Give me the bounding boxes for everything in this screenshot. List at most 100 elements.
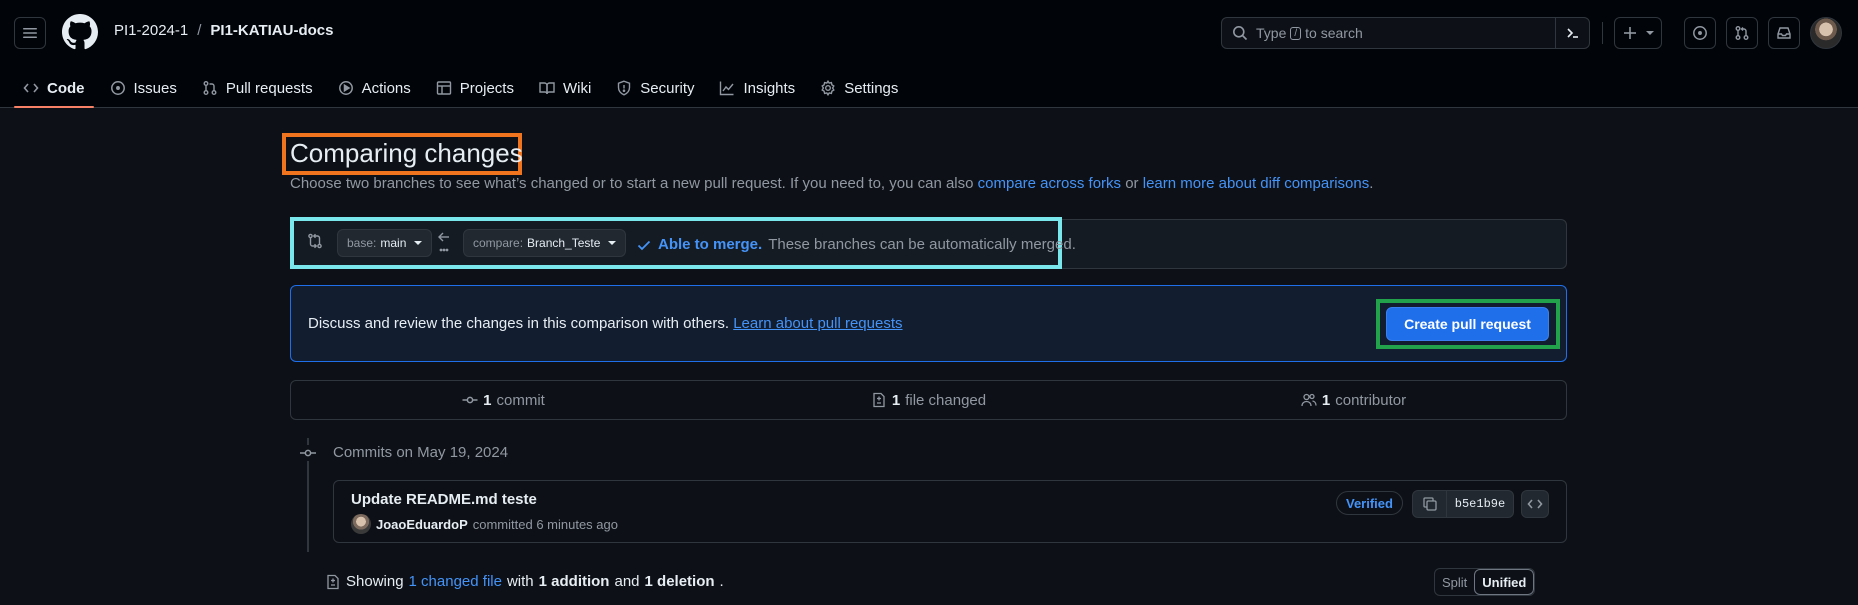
and-text: and (614, 573, 640, 590)
subtitle-or: or (1125, 175, 1139, 192)
contributors-label: contributor (1335, 391, 1407, 409)
triangle-down-icon (608, 241, 617, 245)
repo-owner-link[interactable]: PI1-2024-1 (114, 22, 188, 39)
subtitle-text: Choose two branches to see what’s change… (290, 175, 974, 192)
merge-status: Able to merge. These branches can be aut… (636, 236, 1076, 253)
check-icon (636, 237, 652, 253)
inbox-button[interactable] (1768, 17, 1800, 49)
create-pull-request-button[interactable]: Create pull request (1386, 307, 1549, 341)
pull-requests-shortcut-button[interactable] (1726, 17, 1758, 49)
tab-wiki[interactable]: Wiki (530, 68, 600, 108)
header-divider (1602, 22, 1603, 44)
changed-files-link[interactable]: 1 changed file (409, 573, 502, 590)
tab-pull-requests[interactable]: Pull requests (193, 68, 322, 108)
git-pull-request-icon (1734, 25, 1750, 41)
base-label: base: (347, 236, 377, 250)
tab-label: Insights (743, 79, 796, 97)
additions-count: 1 addition (538, 573, 610, 590)
commit-author-link[interactable]: JoaoEduardoP (376, 517, 468, 532)
file-diff-icon (871, 392, 887, 408)
tab-security[interactable]: Security (607, 68, 703, 108)
commit-message-link[interactable]: Update README.md teste (351, 491, 537, 508)
inbox-icon (1776, 25, 1792, 41)
commit-meta: JoaoEduardoP committed 6 minutes ago (351, 514, 618, 534)
tab-label: Code (47, 79, 85, 97)
triangle-down-icon (414, 241, 423, 245)
arrow-left-icon (437, 231, 451, 253)
issues-shortcut-button[interactable] (1684, 17, 1716, 49)
split-view-button[interactable]: Split (1435, 569, 1474, 595)
tab-projects[interactable]: Projects (427, 68, 523, 108)
learn-pull-requests-link[interactable]: Learn about pull requests (733, 315, 902, 332)
code-icon (23, 80, 39, 96)
commits-count: 1 (483, 391, 492, 409)
repo-name-link[interactable]: PI1-KATIAU-docs (210, 22, 333, 39)
unified-view-button[interactable]: Unified (1474, 569, 1535, 595)
banner-text: Discuss and review the changes in this c… (308, 315, 730, 332)
search-placeholder-start: Type (1256, 25, 1287, 41)
tab-label: Issues (133, 79, 177, 97)
search-placeholder-end: to search (1305, 25, 1363, 41)
play-icon (338, 80, 354, 96)
tab-actions[interactable]: Actions (329, 68, 420, 108)
base-branch-select[interactable]: base: main (337, 229, 433, 257)
tab-issues[interactable]: Issues (101, 68, 186, 108)
pr-banner-text: Discuss and review the changes in this c… (308, 315, 903, 332)
global-header: PI1-2024-1 / PI1-KATIAU-docs Type / to s… (0, 0, 1858, 108)
tab-insights[interactable]: Insights (710, 68, 804, 108)
compare-branch-value: Branch_Teste (527, 236, 601, 250)
code-icon (1527, 496, 1543, 512)
base-branch-value: main (380, 236, 407, 250)
shield-icon (616, 80, 632, 96)
book-icon (539, 80, 555, 96)
commits-label: commit (496, 391, 545, 409)
compare-across-forks-link[interactable]: compare across forks (978, 175, 1121, 192)
deletions-count: 1 deletion (644, 573, 715, 590)
author-avatar[interactable] (351, 514, 371, 534)
menu-icon[interactable] (14, 17, 46, 49)
summary-end: . (719, 573, 724, 590)
graph-icon (719, 80, 735, 96)
triangle-down-icon (1646, 31, 1654, 35)
contributors-count: 1 (1321, 391, 1331, 409)
files-stat[interactable]: 1 file changed (716, 381, 1141, 419)
git-commit-icon (299, 445, 317, 461)
contributors-stat[interactable]: 1 contributor (1141, 381, 1566, 419)
issue-opened-icon (1692, 25, 1708, 41)
tab-label: Wiki (562, 79, 592, 97)
github-logo-icon[interactable] (62, 14, 98, 50)
verified-badge[interactable]: Verified (1336, 491, 1403, 515)
tab-code[interactable]: Code (14, 68, 94, 108)
create-new-button[interactable] (1614, 17, 1662, 49)
compare-label: compare: (473, 236, 524, 250)
gear-icon (820, 80, 836, 96)
search-shortcut-key: / (1290, 26, 1302, 40)
files-label: file changed (905, 391, 987, 409)
copy-icon[interactable] (1413, 491, 1447, 517)
search-input[interactable]: Type / to search (1221, 17, 1590, 49)
tab-label: Security (640, 79, 695, 97)
people-icon (1301, 392, 1317, 408)
git-commit-icon (462, 392, 478, 408)
commit-sha-link[interactable]: b5e1b9e (1447, 491, 1513, 517)
compare-subtitle: Choose two branches to see what’s change… (290, 175, 1373, 192)
merge-status-text: These branches can be automatically merg… (768, 236, 1076, 253)
subtitle-end: . (1369, 175, 1374, 192)
command-palette-icon[interactable] (1555, 18, 1589, 48)
breadcrumb-separator: / (197, 22, 202, 39)
tab-settings[interactable]: Settings (811, 68, 907, 108)
commits-stat[interactable]: 1 commit (291, 381, 716, 419)
files-count: 1 (891, 391, 901, 409)
compare-branch-select[interactable]: compare: Branch_Teste (463, 229, 627, 257)
tab-label: Pull requests (225, 79, 313, 97)
merge-able-text: Able to merge. (658, 236, 763, 253)
diff-view-toggle: Split Unified (1434, 568, 1536, 596)
browse-repo-at-commit-button[interactable] (1521, 490, 1549, 518)
plus-icon (1622, 25, 1638, 41)
diff-comparisons-link[interactable]: learn more about diff comparisons (1143, 175, 1370, 192)
tab-label: Settings (844, 79, 899, 97)
file-diff-icon (325, 574, 341, 590)
user-avatar[interactable] (1810, 17, 1842, 49)
commits-date-heading: Commits on May 19, 2024 (333, 444, 509, 461)
repo-nav-tabs: Code Issues Pull requests Actions Projec… (14, 68, 914, 108)
